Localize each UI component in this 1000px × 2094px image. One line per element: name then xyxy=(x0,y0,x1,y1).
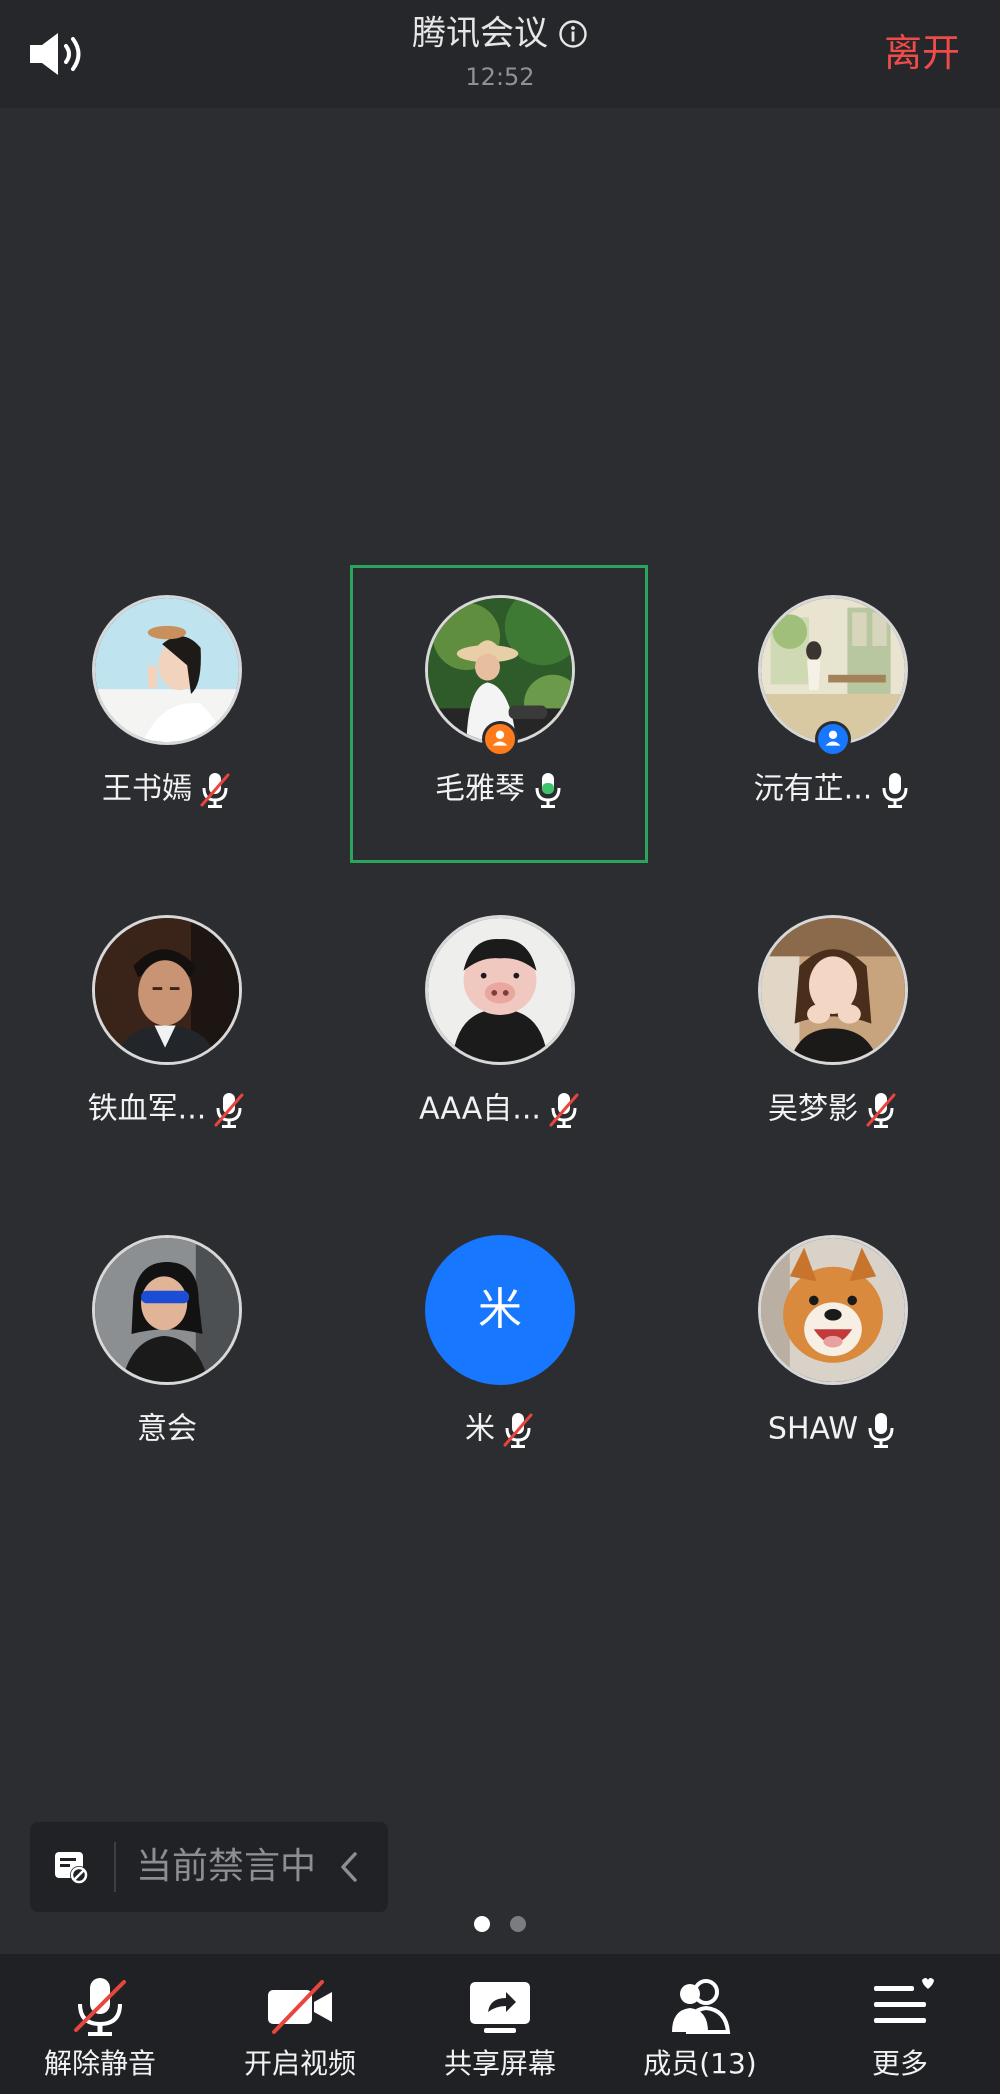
members-label: 成员(13) xyxy=(643,2047,757,2080)
participant-name: 吴梦影 xyxy=(768,1091,858,1127)
start-video-label: 开启视频 xyxy=(243,2047,356,2080)
meeting-title[interactable]: 腾讯会议 xyxy=(0,10,1000,56)
banner-divider xyxy=(114,1842,116,1892)
video-off-icon xyxy=(268,1980,332,2034)
host-badge-icon xyxy=(482,721,518,757)
avatar xyxy=(758,915,908,1065)
mic-speaking-icon xyxy=(535,772,561,808)
bottom-toolbar: 解除静音 开启视频 共享屏幕 成员(13) 更多 xyxy=(0,1954,1000,2094)
participant-name: 王书嫣 xyxy=(102,771,192,807)
mute-status-banner[interactable]: 当前禁言中 xyxy=(30,1822,388,1912)
top-bar: 腾讯会议 12:52 离开 xyxy=(0,0,1000,108)
mute-status-text: 当前禁言中 xyxy=(136,1846,317,1887)
avatar xyxy=(92,1235,242,1385)
participant-tile[interactable]: 米 米 xyxy=(333,1205,667,1505)
letter-avatar: 米 xyxy=(425,1235,575,1385)
meeting-time: 12:52 xyxy=(465,63,535,91)
mic-muted-icon xyxy=(866,1092,896,1128)
mic-muted-icon xyxy=(74,1978,126,2036)
page-indicator xyxy=(470,1916,530,1936)
avatar xyxy=(92,595,242,745)
muted-all-icon xyxy=(55,1852,88,1884)
participant-name: 铁血军... xyxy=(87,1091,207,1127)
participant-name-row: 沅有芷... xyxy=(666,767,1000,811)
participant-tile[interactable]: 吴梦影 xyxy=(666,885,1000,1185)
participant-tile[interactable]: SHAW xyxy=(666,1205,1000,1505)
chevron-left-icon[interactable] xyxy=(338,1850,360,1884)
info-icon[interactable] xyxy=(558,19,588,49)
more-button[interactable]: 更多 xyxy=(800,1954,1000,2094)
cohost-badge-icon xyxy=(815,721,851,757)
participant-name-row: 意会 xyxy=(0,1407,334,1451)
share-screen-icon xyxy=(470,1982,530,2033)
participant-name-row: SHAW xyxy=(666,1407,1000,1451)
avatar xyxy=(758,1235,908,1385)
share-screen-label: 共享屏幕 xyxy=(443,2047,556,2080)
more-menu-icon xyxy=(874,1978,934,2023)
participant-name: 米 xyxy=(465,1411,495,1447)
start-video-button[interactable]: 开启视频 xyxy=(200,1954,400,2094)
participant-name: AAA自... xyxy=(419,1091,541,1127)
mic-muted-icon xyxy=(549,1092,579,1128)
participant-name-row: 毛雅琴 xyxy=(333,767,667,811)
participant-name: SHAW xyxy=(767,1411,859,1447)
participant-name-row: 王书嫣 xyxy=(0,767,334,811)
page-dot[interactable] xyxy=(510,1916,526,1932)
mic-muted-icon xyxy=(503,1412,533,1448)
participant-tile-active[interactable]: 毛雅琴 xyxy=(333,565,667,865)
mic-muted-icon xyxy=(200,772,230,808)
participant-name: 沅有芷... xyxy=(753,771,873,807)
unmute-button[interactable]: 解除静音 xyxy=(0,1954,200,2094)
participant-tile[interactable]: 意会 xyxy=(0,1205,334,1505)
participant-tile[interactable]: 沅有芷... xyxy=(666,565,1000,865)
mic-on-icon xyxy=(868,1412,894,1448)
participant-name-row: AAA自... xyxy=(333,1087,667,1131)
participant-name-row: 铁血军... xyxy=(0,1087,334,1131)
meeting-title-text: 腾讯会议 xyxy=(412,13,548,54)
share-screen-button[interactable]: 共享屏幕 xyxy=(400,1954,600,2094)
mic-on-icon xyxy=(882,772,908,808)
more-label: 更多 xyxy=(871,2047,928,2080)
unmute-label: 解除静音 xyxy=(43,2047,156,2080)
participant-tile[interactable]: 铁血军... xyxy=(0,885,334,1185)
page-dot-active[interactable] xyxy=(474,1916,490,1932)
participant-name: 意会 xyxy=(137,1411,197,1447)
participant-tile[interactable]: 王书嫣 xyxy=(0,565,334,865)
avatar xyxy=(425,915,575,1065)
participant-name-row: 吴梦影 xyxy=(666,1087,1000,1131)
mic-muted-icon xyxy=(214,1092,244,1128)
avatar xyxy=(92,915,242,1065)
leave-button[interactable]: 离开 xyxy=(884,28,960,78)
participant-name-row: 米 xyxy=(333,1407,667,1451)
participant-name: 毛雅琴 xyxy=(435,771,525,807)
members-button[interactable]: 成员(13) xyxy=(600,1954,800,2094)
members-icon xyxy=(672,1979,731,2034)
participant-tile[interactable]: AAA自... xyxy=(333,885,667,1185)
